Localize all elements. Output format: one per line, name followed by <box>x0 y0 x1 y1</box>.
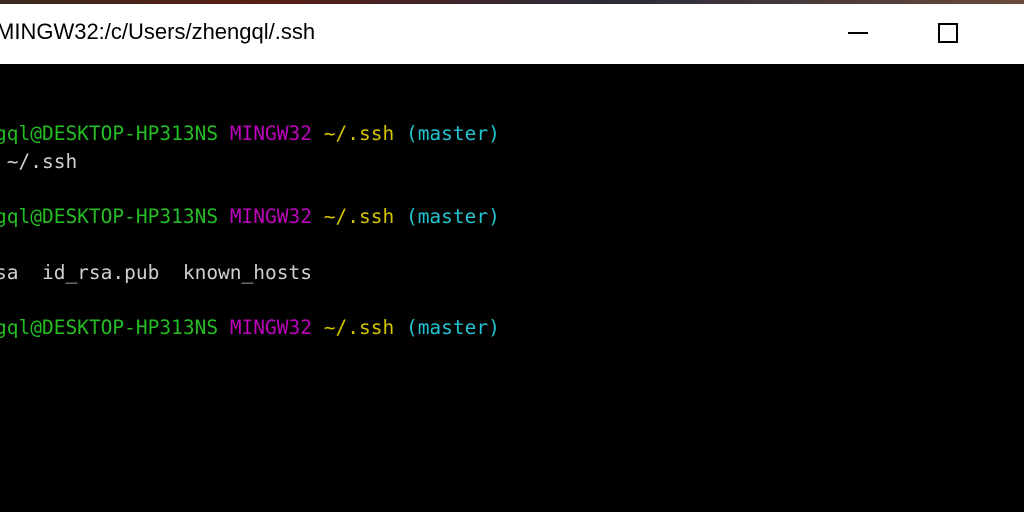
output-line: ~/.ssh <box>0 150 78 173</box>
maximize-icon <box>938 23 958 43</box>
prompt-line: gql@DESKTOP-HP313NS MINGW32 ~/.ssh (mast… <box>0 315 500 341</box>
prompt-system: MINGW32 <box>229 316 312 339</box>
prompt-line: gql@DESKTOP-HP313NS MINGW32 ~/.ssh (mast… <box>0 204 500 230</box>
prompt-path: ~/.ssh <box>323 205 395 228</box>
window-title: MINGW32:/c/Users/zhengql/.ssh <box>0 19 316 44</box>
prompt-user-host: gql@DESKTOP-HP313NS <box>0 205 219 228</box>
terminal-window: MINGW32:/c/Users/zhengql/.ssh gql@DESKTO… <box>0 4 1024 512</box>
prompt-path: ~/.ssh <box>323 122 395 145</box>
prompt-path: ~/.ssh <box>323 316 395 339</box>
prompt-system: MINGW32 <box>229 122 312 145</box>
prompt-user-host: gql@DESKTOP-HP313NS <box>0 316 219 339</box>
prompt-branch: (master) <box>405 316 500 339</box>
prompt-branch: (master) <box>405 205 500 228</box>
terminal-output[interactable]: gql@DESKTOP-HP313NS MINGW32 ~/.ssh (mast… <box>0 64 1024 512</box>
title-bar[interactable]: MINGW32:/c/Users/zhengql/.ssh <box>0 4 1024 64</box>
prompt-user-host: gql@DESKTOP-HP313NS <box>0 122 219 145</box>
minimize-icon <box>848 32 868 34</box>
output-line: sa id_rsa.pub known_hosts <box>0 261 312 284</box>
prompt-system: MINGW32 <box>229 205 312 228</box>
maximize-button[interactable] <box>925 4 971 64</box>
minimize-button[interactable] <box>835 4 881 64</box>
prompt-line: gql@DESKTOP-HP313NS MINGW32 ~/.ssh (mast… <box>0 121 500 147</box>
prompt-branch: (master) <box>405 122 500 145</box>
